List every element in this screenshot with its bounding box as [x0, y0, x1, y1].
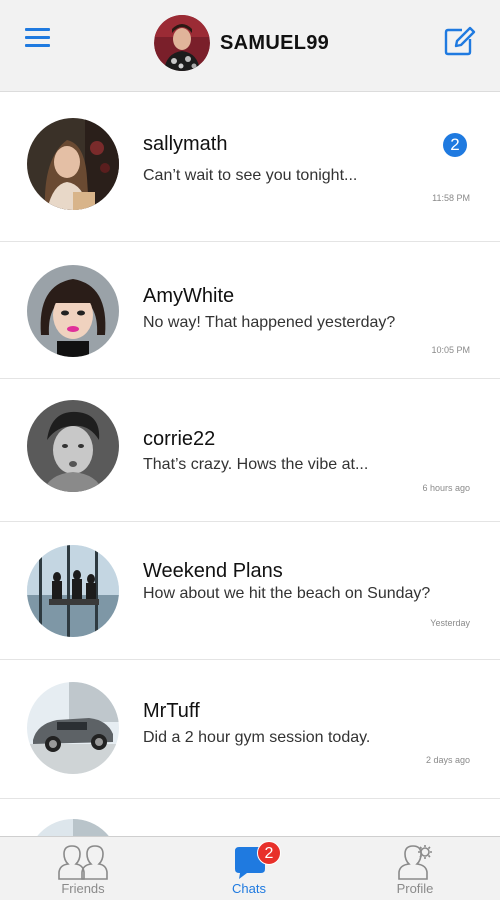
current-user[interactable]: SAMUEL99 [154, 14, 329, 72]
list-item[interactable]: corrie22 That’s crazy. Hows the vibe at.… [0, 379, 500, 522]
chat-preview: Can’t wait to see you tonight... [143, 167, 358, 184]
avatar [27, 545, 119, 637]
chat-timestamp: 11:58 PM [432, 193, 470, 203]
chat-name: corrie22 [143, 428, 216, 450]
tab-label: Profile [396, 881, 434, 896]
avatar [27, 118, 119, 210]
chats-badge: 2 [257, 841, 281, 865]
compose-edit-icon [444, 26, 476, 56]
list-item[interactable] [0, 799, 500, 836]
list-item[interactable]: MrTuff Did a 2 hour gym session today. 2… [0, 660, 500, 799]
chat-list[interactable]: sallymath Can’t wait to see you tonight.… [0, 92, 500, 836]
chat-name: Weekend Plans [143, 560, 283, 582]
chat-preview: No way! That happened yesterday? [143, 314, 396, 331]
page-title: SAMUEL99 [220, 31, 330, 54]
chat-timestamp: Yesterday [430, 618, 470, 628]
chat-name: AmyWhite [143, 285, 235, 307]
top-header: SAMUEL99 [0, 0, 500, 92]
tab-chats[interactable]: Chats [166, 837, 332, 900]
avatar [27, 682, 119, 774]
tab-label: Friends [61, 881, 105, 896]
avatar [27, 819, 119, 836]
chat-timestamp: 6 hours ago [422, 483, 470, 493]
tab-profile[interactable]: Profile [332, 837, 498, 900]
friends-icon [58, 845, 108, 880]
chat-timestamp: 2 days ago [425, 755, 470, 765]
avatar[interactable] [154, 15, 210, 71]
profile-settings-icon [398, 845, 432, 880]
avatar [27, 265, 119, 357]
unread-badge: 2 [443, 133, 467, 157]
chat-preview: Did a 2 hour gym session today. [143, 729, 371, 746]
tab-label: Chats [232, 881, 266, 896]
bottom-tab-bar: Friends Chats Profile [0, 836, 500, 900]
chat-timestamp: 10:05 PM [431, 345, 470, 355]
chat-name: MrTuff [143, 700, 200, 722]
avatar [27, 400, 119, 492]
chat-preview: That’s crazy. Hows the vibe at... [143, 456, 369, 473]
list-item[interactable]: sallymath Can’t wait to see you tonight.… [0, 92, 500, 242]
list-item[interactable]: AmyWhite No way! That happened yesterday… [0, 242, 500, 379]
menu-button[interactable] [24, 26, 54, 52]
list-item[interactable]: Weekend Plans How about we hit the beach… [0, 522, 500, 660]
chat-name: sallymath [143, 133, 228, 155]
chat-preview: How about we hit the beach on Sunday? [143, 585, 431, 602]
tab-friends[interactable]: Friends [0, 837, 166, 900]
compose-button[interactable] [442, 24, 476, 58]
